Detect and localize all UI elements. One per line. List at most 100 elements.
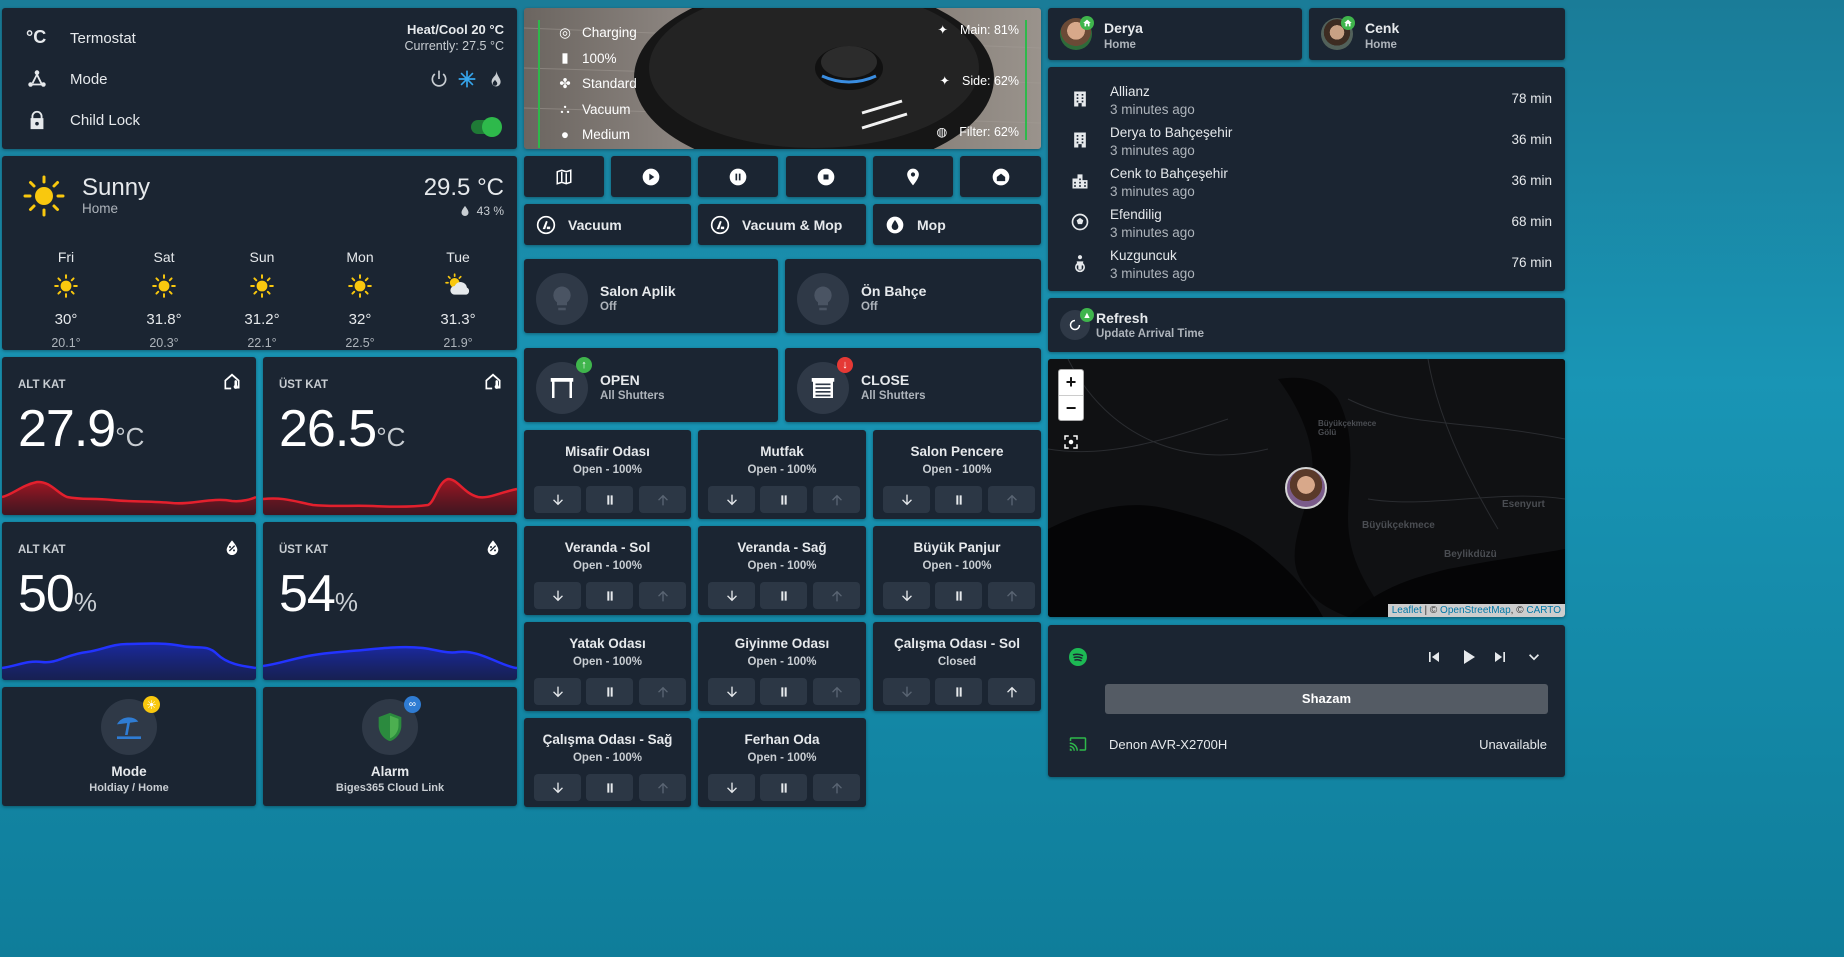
shutter-stop-button[interactable] [760, 582, 807, 609]
forecast-day: Mon 32° 22.5° [320, 249, 400, 350]
vacuum-locate-button[interactable] [873, 156, 953, 197]
shutter-stop-button[interactable] [760, 774, 807, 801]
arrow-down-icon [724, 684, 740, 700]
shutter-up-button[interactable] [988, 678, 1035, 705]
thermostat-card: °C Termostat Mode Child Lock Heat/Cool 2… [2, 8, 517, 149]
shutter-up-button[interactable] [988, 486, 1035, 513]
humidity-sparkline [263, 645, 517, 680]
shutter-up-button[interactable] [813, 678, 860, 705]
skip-next-icon[interactable] [1490, 647, 1510, 667]
mode-card-title: Mode [111, 764, 147, 779]
alt-kat-temperature-card[interactable]: ALT KAT 27.9°C [2, 357, 256, 515]
map-card[interactable]: Büyükçekmece Gölü Esenyurt Büyükçekmece … [1048, 359, 1565, 617]
person-derya[interactable]: Derya Home [1048, 8, 1302, 60]
travel-row[interactable]: Cenk to Bahçeşehir 3 minutes ago 36 min [1048, 161, 1565, 201]
vacuum-stop-button[interactable] [786, 156, 866, 197]
shutter-down-button[interactable] [534, 486, 581, 513]
shutter-down-button[interactable] [708, 582, 755, 609]
play-icon[interactable] [1456, 645, 1480, 669]
vacuum-mode-vacuum-button[interactable]: Vacuum [524, 204, 691, 245]
shutter-up-button[interactable] [988, 582, 1035, 609]
ust-kat-humidity-card[interactable]: ÜST KAT 54% [263, 522, 517, 680]
shutter-up-button[interactable] [813, 486, 860, 513]
refresh-button[interactable]: ▲ Refresh Update Arrival Time [1048, 298, 1565, 352]
shutter-down-button[interactable] [883, 678, 930, 705]
osm-link[interactable]: OpenStreetMap [1440, 605, 1511, 616]
travel-row[interactable]: Efendilig 3 minutes ago 68 min [1048, 202, 1565, 242]
shutter-stop-button[interactable] [586, 678, 633, 705]
light-salon-aplik[interactable]: Salon Aplik Off [524, 259, 778, 333]
vacuum-mode-vacuum-mop-button[interactable]: Vacuum & Mop [698, 204, 866, 245]
shutter-up-button[interactable] [639, 486, 686, 513]
flame-icon[interactable] [486, 69, 504, 89]
carto-link[interactable]: CARTO [1526, 605, 1561, 616]
vacuum-start-button[interactable] [611, 156, 691, 197]
vacuum-image-card[interactable]: ◎ Charging ▮ 100% ✤ Standard ⛬ Vacuum ● Medium ✦ M… [524, 8, 1041, 149]
vacuum-pause-button[interactable] [698, 156, 778, 197]
shutter-stop-button[interactable] [586, 774, 633, 801]
shutter-down-button[interactable] [534, 774, 581, 801]
close-all-shutters-button[interactable]: ↓ CLOSE All Shutters [785, 348, 1041, 422]
shutter-stop-button[interactable] [760, 678, 807, 705]
ust-kat-temperature-card[interactable]: ÜST KAT 26.5°C [263, 357, 517, 515]
shutter-stop-button[interactable] [586, 582, 633, 609]
snowflake-icon[interactable] [457, 69, 477, 89]
mode-card-state: Holdiay / Home [89, 782, 169, 794]
travel-row[interactable]: Allianz 3 minutes ago 78 min [1048, 79, 1565, 119]
shutter-up-button[interactable] [639, 774, 686, 801]
zoom-out-button[interactable]: − [1059, 396, 1083, 421]
weather-card[interactable]: Sunny Home 29.5 °C 43 % Fri 30° 20.1° Sat 31… [2, 156, 517, 350]
travel-row[interactable]: Kuzguncuk 3 minutes ago 76 min [1048, 243, 1565, 283]
spotify-icon[interactable] [1069, 648, 1087, 666]
map-label: Büyükçekmece Gölü [1318, 419, 1377, 437]
fit-bounds-icon[interactable] [1062, 433, 1080, 451]
sensor-unit: % [334, 587, 358, 617]
child-lock-toggle[interactable] [471, 117, 502, 137]
soccer-icon [1070, 212, 1090, 232]
person-map-marker[interactable] [1285, 467, 1327, 509]
person-cenk[interactable]: Cenk Home [1309, 8, 1565, 60]
vacuum-map-button[interactable] [524, 156, 604, 197]
alarm-card[interactable]: ∞ Alarm Biges365 Cloud Link [263, 687, 517, 806]
zoom-in-button[interactable]: + [1059, 370, 1083, 396]
travel-duration: 76 min [1511, 255, 1552, 270]
thermostat-row[interactable]: °C Termostat [26, 27, 136, 49]
shutter-stop-button[interactable] [935, 582, 982, 609]
arrow-down-icon [550, 588, 566, 604]
travel-row[interactable]: Derya to Bahçeşehir 3 minutes ago 36 min [1048, 120, 1565, 160]
shutter-down-button[interactable] [883, 582, 930, 609]
shutter-down-button[interactable] [708, 774, 755, 801]
shutter-down-button[interactable] [883, 486, 930, 513]
forecast-day-name: Mon [346, 249, 374, 265]
shutter-down-button[interactable] [708, 486, 755, 513]
arrow-up-icon [829, 588, 845, 604]
shutter-down-button[interactable] [534, 678, 581, 705]
child-lock-label: Child Lock [70, 111, 141, 129]
shutter-stop-button[interactable] [760, 486, 807, 513]
leaflet-link[interactable]: Leaflet [1392, 605, 1422, 616]
shutter-up-button[interactable] [813, 582, 860, 609]
shutter-up-button[interactable] [639, 678, 686, 705]
shutter-up-button[interactable] [639, 582, 686, 609]
power-icon[interactable] [429, 69, 449, 89]
shutter-stop-button[interactable] [935, 486, 982, 513]
shutter-down-button[interactable] [708, 678, 755, 705]
sensor-value: 50 [18, 565, 75, 623]
sensor-unit: °C [376, 422, 406, 452]
mode-card[interactable]: ☀ Mode Holdiay / Home [2, 687, 256, 806]
shutter-name: Çalışma Odası - Sağ [542, 732, 673, 747]
chevron-down-icon[interactable] [1524, 647, 1544, 667]
mode-row[interactable]: Mode [26, 68, 108, 90]
light-state: Off [861, 301, 878, 313]
source-select-button[interactable]: Shazam [1105, 684, 1548, 714]
skip-previous-icon[interactable] [1424, 647, 1444, 667]
shutter-up-button[interactable] [813, 774, 860, 801]
shutter-down-button[interactable] [534, 582, 581, 609]
vacuum-mode-mop-button[interactable]: Mop [873, 204, 1041, 245]
open-all-shutters-button[interactable]: ↑ OPEN All Shutters [524, 348, 778, 422]
vacuum-home-button[interactable] [960, 156, 1041, 197]
shutter-stop-button[interactable] [935, 678, 982, 705]
shutter-stop-button[interactable] [586, 486, 633, 513]
light-on-bahce[interactable]: Ön Bahçe Off [785, 259, 1041, 333]
alt-kat-humidity-card[interactable]: ALT KAT 50% [2, 522, 256, 680]
